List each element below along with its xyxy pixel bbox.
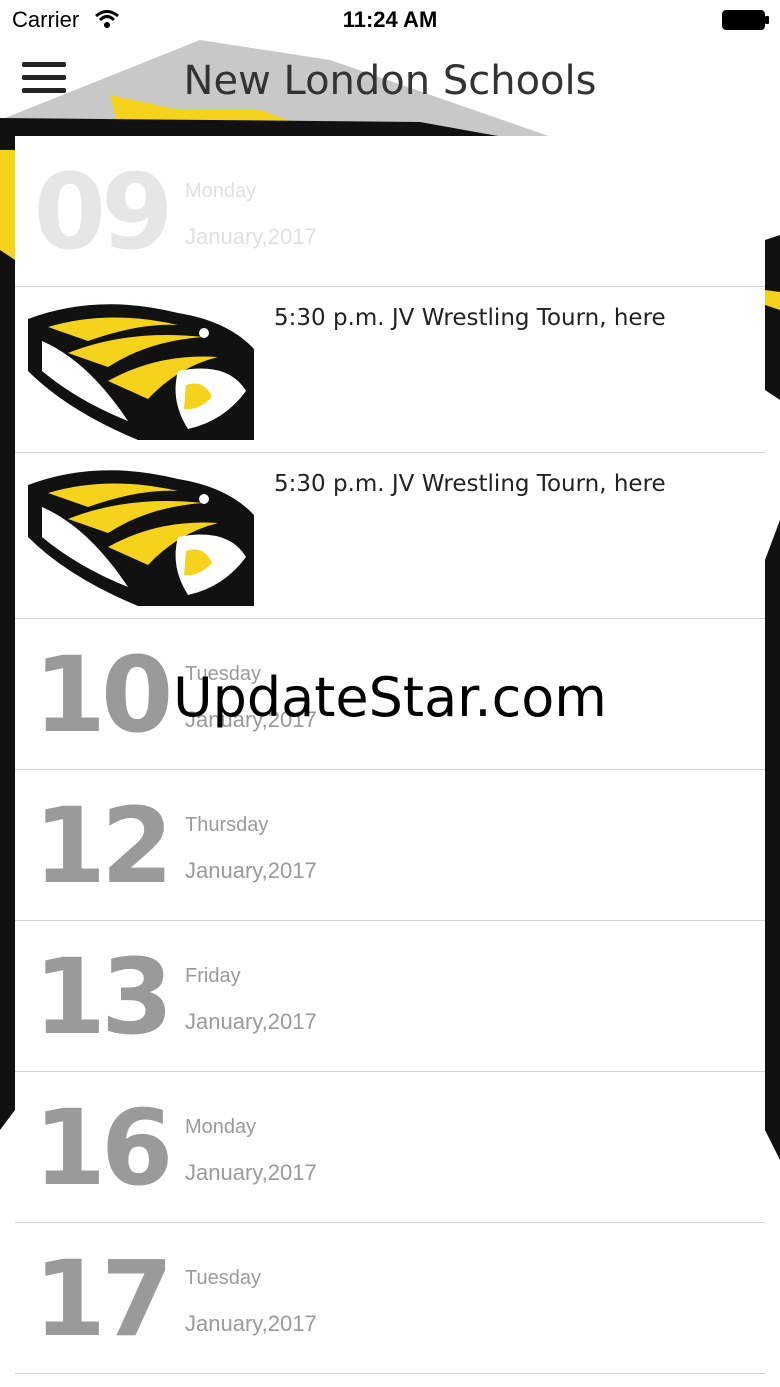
month-year-label: January,2017 xyxy=(185,1311,317,1336)
tiger-logo-icon xyxy=(28,301,254,440)
month-year-label: January,2017 xyxy=(185,1160,317,1185)
date-row[interactable]: 17 Tuesday January,2017 xyxy=(15,1223,765,1374)
event-title: 5:30 p.m. JV Wrestling Tourn, here xyxy=(274,471,666,497)
weekday-label: Monday xyxy=(185,180,257,202)
event-row[interactable]: 5:30 p.m. JV Wrestling Tourn, here xyxy=(15,287,765,453)
month-year-label: January,2017 xyxy=(185,224,317,249)
watermark-text: UpdateStar.com xyxy=(173,666,607,729)
day-number: 17 xyxy=(33,1238,174,1360)
date-row[interactable]: 13 Friday January,2017 xyxy=(15,921,765,1072)
date-row[interactable]: 16 Monday January,2017 xyxy=(15,1072,765,1223)
weekday-label: Monday xyxy=(185,1116,257,1138)
tiger-logo-icon xyxy=(28,467,254,606)
page-title: New London Schools xyxy=(183,58,597,104)
day-number: 13 xyxy=(33,936,174,1058)
battery-icon xyxy=(722,10,769,30)
date-row[interactable]: 09 Monday January,2017 xyxy=(15,136,765,287)
date-row[interactable]: 12 Thursday January,2017 xyxy=(15,770,765,921)
calendar-list[interactable]: 09 Monday January,2017 5:30 p.m. JV Wres… xyxy=(15,136,765,1387)
day-number: 09 xyxy=(33,151,174,273)
month-year-label: January,2017 xyxy=(185,1009,317,1034)
clock-time: 11:24 AM xyxy=(342,7,438,32)
event-title: 5:30 p.m. JV Wrestling Tourn, here xyxy=(274,305,666,331)
weekday-label: Tuesday xyxy=(185,1267,261,1289)
day-number: 16 xyxy=(33,1087,174,1209)
navigation-bar: New London Schools xyxy=(0,40,780,122)
month-year-label: January,2017 xyxy=(185,858,317,883)
weekday-label: Thursday xyxy=(185,814,269,836)
event-row[interactable]: 5:30 p.m. JV Wrestling Tourn, here xyxy=(15,453,765,619)
day-number: 12 xyxy=(33,785,174,907)
weekday-label: Friday xyxy=(185,965,241,987)
status-bar: Carrier 11:24 AM xyxy=(0,0,780,40)
